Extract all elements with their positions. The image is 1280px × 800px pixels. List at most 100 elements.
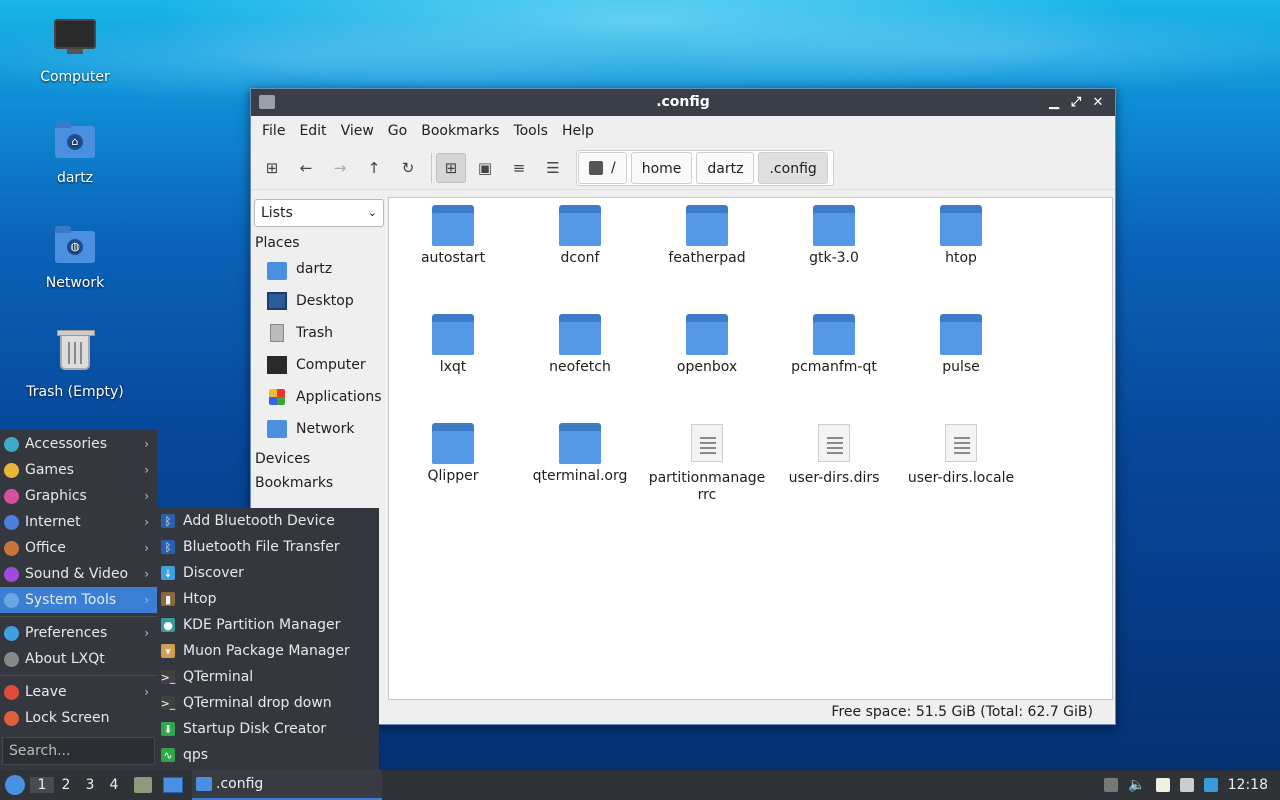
close-button[interactable]: ✕ [1087,89,1109,116]
menu-search-input[interactable]: Search... [2,737,155,765]
menu-category-graphics[interactable]: Graphics › [0,483,157,509]
folder-icon [940,314,982,355]
submenu-item-kde-partition-manager[interactable]: ● KDE Partition Manager [157,612,379,638]
submenu-item-qterminal[interactable]: >_ QTerminal [157,664,379,690]
side-pane-mode-select[interactable]: Lists ⌄ [254,199,384,227]
network-icon[interactable] [1179,778,1194,792]
place-trash[interactable]: Trash [251,317,387,349]
back-arrow-icon[interactable]: ← [291,153,321,183]
maximize-button[interactable]: ⤢ [1065,89,1087,116]
desktop-icon-network[interactable]: ◍ Network [15,225,135,291]
reload-icon[interactable]: ↻ [393,153,423,183]
breadcrumb-home[interactable]: home [630,151,693,184]
menu-category-games[interactable]: Games › [0,457,157,483]
desktop-icon-home[interactable]: ⌂ dartz [15,120,135,186]
breadcrumb-dartz[interactable]: dartz [696,151,755,184]
folder-item[interactable]: neofetch [520,311,640,376]
up-arrow-icon[interactable] [1104,778,1119,792]
menu-category-office[interactable]: Office › [0,535,157,561]
folder-item[interactable]: openbox [647,311,767,376]
place-label: dartz [296,261,333,277]
devices-header[interactable]: Devices [251,445,387,469]
submenu-item-htop[interactable]: ▮ Htop [157,586,379,612]
file-item[interactable]: user-dirs.dirs [774,420,894,487]
menu-category-accessories[interactable]: Accessories › [0,431,157,457]
breadcrumb-root-label: / [611,159,616,176]
folder-icon [432,423,474,464]
bookmarks-header[interactable]: Bookmarks [251,469,387,493]
menu-view[interactable]: View [334,123,381,139]
compact-view-icon[interactable]: ≡ [504,153,534,183]
place-computer[interactable]: Computer [251,349,387,381]
folder-item[interactable]: htop [901,202,1021,267]
clipboard-icon[interactable] [1155,778,1170,792]
submenu-item-qps[interactable]: ∿ qps [157,742,379,768]
detailed-view-icon[interactable]: ☰ [538,153,568,183]
workspace-4[interactable]: 4 [102,777,126,793]
window-folder-icon [259,95,275,109]
desktop-icon-trash[interactable]: Trash (Empty) [15,330,135,400]
place-applications[interactable]: Applications [251,381,387,413]
file-manager-launcher[interactable] [130,774,156,796]
menu-category-about-lxqt[interactable]: About LXQt [0,646,157,672]
minimize-button[interactable]: ▁ [1043,89,1065,116]
up-arrow-icon[interactable]: ↑ [359,153,389,183]
folder-item[interactable]: Qlipper [393,420,513,485]
folder-item[interactable]: qterminal.org [520,420,640,485]
menu-go[interactable]: Go [381,123,414,139]
place-desktop[interactable]: Desktop [251,285,387,317]
folder-item[interactable]: featherpad [647,202,767,267]
workspace-1[interactable]: 1 [30,777,54,793]
clock[interactable]: 12:18 [1228,777,1268,793]
submenu-item-label: Muon Package Manager [183,643,350,659]
folder-item[interactable]: autostart [393,202,513,267]
show-desktop-button[interactable] [160,774,186,796]
menu-bookmarks[interactable]: Bookmarks [414,123,506,139]
menu-tools[interactable]: Tools [506,123,555,139]
trash-icon [270,324,284,342]
desktop-icon-computer[interactable]: Computer [15,15,135,85]
submenu-item-startup-disk-creator[interactable]: ⬇ Startup Disk Creator [157,716,379,742]
menu-help[interactable]: Help [555,123,601,139]
menu-category-leave[interactable]: Leave › [0,679,157,705]
file-item[interactable]: user-dirs.locale [901,420,1021,487]
places-header[interactable]: Places [251,229,387,253]
thumbnail-view-icon[interactable]: ▣ [470,153,500,183]
app-icon: ᛒ [161,540,175,554]
menu-category-system-tools[interactable]: System Tools › [0,587,157,613]
menu-category-internet[interactable]: Internet › [0,509,157,535]
chevron-right-icon: › [144,567,149,581]
submenu-item-muon-package-manager[interactable]: ▾ Muon Package Manager [157,638,379,664]
start-menu-button[interactable] [0,770,30,800]
folder-item[interactable]: pulse [901,311,1021,376]
folder-item[interactable]: gtk-3.0 [774,202,894,267]
folder-item[interactable]: lxqt [393,311,513,376]
file-view[interactable]: autostart dconf featherpad gtk-3.0 htop lxqt n… [388,197,1113,700]
breadcrumb-root[interactable]: / [578,151,627,184]
icon-view-icon[interactable]: ⊞ [436,152,466,183]
place-network[interactable]: Network [251,413,387,445]
workspace-2[interactable]: 2 [54,777,78,793]
titlebar[interactable]: .config ▁ ⤢ ✕ [251,89,1115,116]
menu-edit[interactable]: Edit [292,123,333,139]
submenu-item-qterminal-drop-down[interactable]: >_ QTerminal drop down [157,690,379,716]
taskbar-task-config[interactable]: .config [192,770,382,800]
submenu-item-add-bluetooth-device[interactable]: ᛒ Add Bluetooth Device [157,508,379,534]
menu-category-sound-video[interactable]: Sound & Video › [0,561,157,587]
file-item[interactable]: partitionmanagerrc [647,420,767,504]
submenu-item-label: qps [183,747,209,763]
submenu-item-bluetooth-file-transfer[interactable]: ᛒ Bluetooth File Transfer [157,534,379,560]
new-tab-icon[interactable]: ⊞ [257,153,287,183]
menu-file[interactable]: File [255,123,292,139]
folder-item[interactable]: pcmanfm-qt [774,311,894,376]
submenu-item-discover[interactable]: ↓ Discover [157,560,379,586]
place-dartz[interactable]: dartz [251,253,387,285]
menu-category-preferences[interactable]: Preferences › [0,620,157,646]
workspace-3[interactable]: 3 [78,777,102,793]
folder-item[interactable]: dconf [520,202,640,267]
menu-category-lock-screen[interactable]: Lock Screen [0,705,157,731]
updates-icon[interactable] [1203,778,1218,792]
forward-arrow-icon[interactable]: → [325,153,355,183]
volume-icon[interactable]: 🔈 [1128,777,1145,793]
breadcrumb-config[interactable]: .config [758,151,828,184]
